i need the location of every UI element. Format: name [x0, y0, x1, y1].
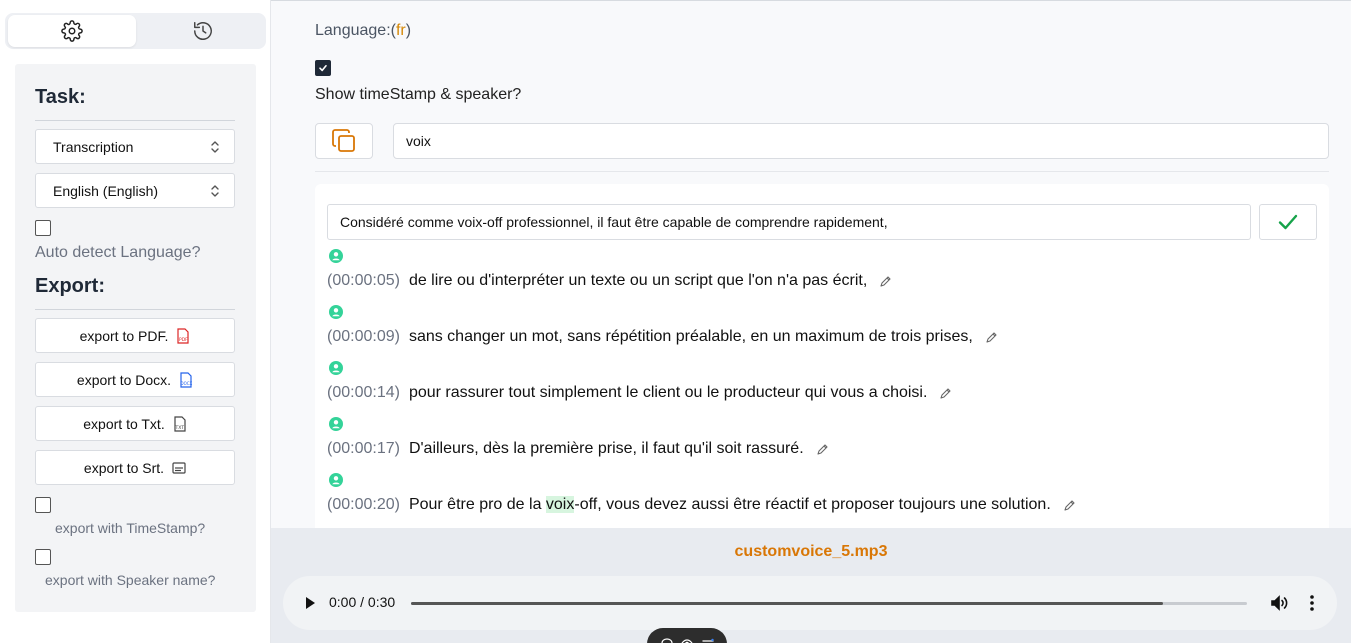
language-select-value: English (English): [53, 182, 159, 199]
export-txt-label: export to Txt.: [83, 415, 165, 432]
check-icon: [319, 64, 327, 72]
auto-detect-label: Auto detect Language?: [35, 244, 201, 261]
language-indicator: Language:(fr): [315, 22, 411, 40]
segment-line: (00:00:20) Pour être pro de la voix-off,…: [327, 496, 1076, 514]
auto-detect-checkbox[interactable]: [35, 220, 51, 236]
task-select[interactable]: Transcription: [35, 129, 235, 164]
export-txt-button[interactable]: export to Txt. TXT: [35, 406, 235, 441]
divider: [35, 309, 235, 310]
edit-segment-button[interactable]: [985, 331, 998, 344]
segment-text-before: Pour être pro de la: [408, 496, 546, 513]
speaker-icon[interactable]: [329, 417, 343, 431]
pencil-icon: [1064, 499, 1075, 511]
svg-text:PDF: PDF: [179, 337, 188, 343]
export-srt-button[interactable]: export to Srt.: [35, 450, 235, 485]
export-speaker-checkbox[interactable]: [35, 549, 51, 565]
pencil-icon: [880, 275, 891, 287]
settings-panel: Task: Transcription English (English) Au…: [15, 64, 256, 612]
segment-text: sans changer un mot, sans répétition pré…: [408, 328, 973, 345]
svg-text:DOCX: DOCX: [181, 381, 193, 386]
segment-line: (00:00:17) D'ailleurs, dès la première p…: [327, 440, 829, 458]
segment-text: de lire ou d'interpréter un texte ou un …: [408, 272, 868, 289]
export-docx-label: export to Docx.: [76, 371, 172, 388]
txt-file-icon: TXT: [174, 415, 186, 432]
segment-line: (00:00:05) de lire ou d'interpréter un t…: [327, 272, 892, 290]
segment-timestamp: (00:00:20): [327, 496, 400, 513]
speaker-icon[interactable]: [329, 249, 343, 263]
export-srt-label: export to Srt.: [83, 459, 165, 476]
search-highlight: voix: [545, 496, 575, 513]
comment-icon[interactable]: [660, 637, 674, 643]
transcript-card: Considéré comme voix-off professionnel, …: [315, 184, 1329, 544]
segment-line: (00:00:09) sans changer un mot, sans rép…: [327, 328, 998, 346]
edit-segment-button[interactable]: [1063, 499, 1076, 512]
audio-player: 0:00 / 0:30: [283, 576, 1337, 643]
edit-segment-button[interactable]: [939, 387, 952, 400]
speaker-icon[interactable]: [329, 361, 343, 375]
floating-toolbar: [647, 628, 727, 643]
chevron-up-down-icon: [211, 185, 219, 197]
gear-icon: [61, 20, 83, 42]
edit-segment-button[interactable]: [816, 443, 829, 456]
playback-time: 0:00 / 0:30: [329, 594, 396, 610]
show-timestamp-checkbox[interactable]: [315, 60, 331, 76]
export-speaker-label: export with Speaker name?: [45, 572, 216, 588]
export-pdf-label: export to PDF.: [79, 327, 169, 344]
confirm-edit-button[interactable]: [1259, 204, 1317, 240]
copy-button[interactable]: [315, 123, 373, 159]
list-icon[interactable]: [701, 637, 715, 643]
task-heading: Task:: [35, 86, 86, 108]
segment-text: D'ailleurs, dès la première prise, il fa…: [408, 440, 804, 457]
play-icon[interactable]: [303, 594, 317, 612]
export-docx-button[interactable]: export to Docx. DOCX: [35, 362, 235, 397]
check-icon: [1278, 214, 1298, 230]
language-code: fr: [395, 22, 406, 39]
segment-text-after: -off, vous devez aussi être réactif et p…: [574, 496, 1051, 513]
export-timestamp-checkbox[interactable]: [35, 497, 51, 513]
language-suffix: ): [405, 22, 412, 39]
buffered-bar: [411, 602, 1164, 605]
chevron-up-down-icon: [211, 141, 219, 153]
history-icon: [194, 22, 212, 40]
language-prefix: Language:(: [315, 22, 396, 39]
show-timestamp-label: Show timeStamp & speaker?: [315, 86, 522, 103]
divider: [35, 120, 235, 121]
player-area: customvoice_5.mp3 0:00 / 0:30: [271, 528, 1351, 643]
tab-settings[interactable]: [8, 15, 136, 47]
segment-timestamp: (00:00:17): [327, 440, 400, 457]
pencil-icon: [986, 331, 997, 343]
more-options-icon[interactable]: [1305, 593, 1319, 613]
language-select[interactable]: English (English): [35, 173, 235, 208]
segment-timestamp: (00:00:14): [327, 384, 400, 401]
sidebar: Task: Transcription English (English) Au…: [0, 0, 271, 643]
export-timestamp-label: export with TimeStamp?: [55, 520, 206, 536]
volume-icon[interactable]: [1269, 593, 1289, 613]
export-heading: Export:: [35, 275, 105, 297]
svg-text:TXT: TXT: [174, 425, 184, 431]
segment-timestamp: (00:00:09): [327, 328, 400, 345]
speaker-icon[interactable]: [329, 473, 343, 487]
docx-file-icon: DOCX: [180, 371, 193, 388]
subtitle-icon: [172, 461, 186, 474]
copy-icon: [332, 129, 355, 152]
segment-line: (00:00:14) pour rassurer tout simplement…: [327, 384, 952, 402]
pencil-icon: [940, 387, 951, 399]
pencil-icon: [817, 443, 828, 455]
segment-edit-input[interactable]: Considéré comme voix-off professionnel, …: [327, 204, 1251, 240]
segment-timestamp: (00:00:05): [327, 272, 400, 289]
search-input[interactable]: voix: [393, 123, 1329, 159]
task-select-value: Transcription: [53, 138, 134, 155]
segment-text: Pour être pro de la voix-off, vous devez…: [409, 496, 1051, 514]
seek-bar[interactable]: [411, 602, 1247, 605]
eye-icon[interactable]: [680, 637, 694, 643]
segment-text: pour rassurer tout simplement le client …: [408, 384, 928, 401]
divider: [315, 171, 1329, 172]
pdf-file-icon: PDF: [177, 327, 189, 344]
edit-segment-button[interactable]: [879, 275, 892, 288]
export-pdf-button[interactable]: export to PDF. PDF: [35, 318, 235, 353]
audio-filename: customvoice_5.mp3: [734, 543, 888, 560]
speaker-icon[interactable]: [329, 305, 343, 319]
sidebar-tabbar: [5, 13, 266, 49]
tab-history[interactable]: [139, 15, 267, 47]
